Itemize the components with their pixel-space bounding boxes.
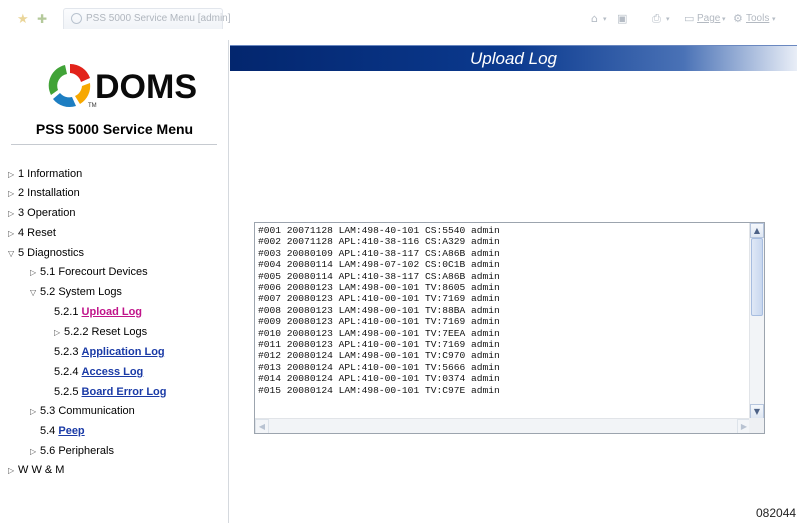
log-line: #007 20080123 APL:410-00-101 TV:7169 adm… — [258, 293, 500, 305]
doms-logo-icon — [48, 63, 91, 108]
access-log-link[interactable]: Access Log — [82, 366, 144, 378]
sidebar-item-access-log: 5.2.4 Access Log — [54, 365, 143, 379]
sidebar-item-label: 2 Installation — [18, 187, 80, 199]
logo-text: DOMS — [95, 68, 197, 106]
log-line: #006 20080123 LAM:498-00-101 TV:8605 adm… — [258, 282, 500, 294]
sidebar-item-forecourt-devices[interactable]: ▷ 5.1 Forecourt Devices — [30, 265, 148, 280]
sidebar: DOMS TM PSS 5000 Service Menu ▷ 1 Informa… — [0, 40, 229, 523]
sidebar-item-application-log: 5.2.3 Application Log — [54, 345, 165, 359]
sidebar-item-information[interactable]: ▷ 1 Information — [8, 167, 82, 182]
browser-tab[interactable]: PSS 5000 Service Menu [admin] — [63, 8, 231, 29]
sidebar-item-number: 5.2.1 — [54, 306, 79, 318]
print-icon[interactable]: ⎙ — [652, 12, 661, 26]
sidebar-item-installation[interactable]: ▷ 2 Installation — [8, 186, 80, 201]
sidebar-item-reset-logs[interactable]: ▷ 5.2.2 Reset Logs — [54, 325, 147, 340]
log-line: #003 20080109 APL:410-38-117 CS:A86B adm… — [258, 247, 500, 259]
sidebar-item-communication[interactable]: ▷ 5.3 Communication — [30, 404, 135, 419]
upload-log-link[interactable]: Upload Log — [82, 306, 143, 318]
title-divider — [11, 144, 217, 145]
sidebar-item-peep: 5.4 Peep — [40, 424, 85, 438]
expand-arrow-icon[interactable]: ▷ — [8, 187, 17, 201]
expand-arrow-icon[interactable]: ▷ — [8, 207, 17, 221]
scroll-down-icon[interactable]: ▼ — [750, 404, 764, 419]
page-title: Upload Log — [470, 49, 557, 68]
expand-arrow-icon[interactable]: ▷ — [30, 266, 39, 280]
scrollbar-corner — [749, 418, 764, 433]
sidebar-item-label: 4 Reset — [18, 227, 56, 239]
tab-title: PSS 5000 Service Menu [admin] — [86, 13, 231, 24]
sidebar-item-label: 5.6 Peripherals — [40, 445, 114, 457]
scroll-up-icon[interactable]: ▲ — [750, 223, 764, 238]
sidebar-item-label: 5 Diagnostics — [18, 247, 85, 259]
log-line: #002 20071128 APL:410-38-116 CS:A329 adm… — [258, 236, 500, 248]
application-log-link[interactable]: Application Log — [82, 346, 165, 358]
sidebar-item-label: 5.2 System Logs — [40, 286, 122, 298]
vertical-scrollbar[interactable]: ▲ ▼ — [749, 223, 764, 419]
expand-arrow-icon[interactable]: ▷ — [30, 405, 39, 419]
sidebar-item-label: 3 Operation — [18, 207, 76, 219]
sidebar-item-peripherals[interactable]: ▷ 5.6 Peripherals — [30, 444, 114, 459]
log-line: #013 20080124 APL:410-00-101 TV:5666 adm… — [258, 361, 500, 373]
expand-arrow-icon[interactable]: ▷ — [8, 464, 17, 478]
page-menu-icon: ▭ — [684, 12, 695, 25]
log-line: #011 20080123 APL:410-00-101 TV:7169 adm… — [258, 339, 500, 351]
tools-menu-button[interactable]: Tools — [746, 13, 769, 24]
home-dropdown-icon[interactable]: ▾ — [603, 15, 607, 23]
sidebar-item-number: 5.2.3 — [54, 346, 79, 358]
log-line: #005 20080114 APL:410-38-117 CS:A86B adm… — [258, 270, 500, 282]
menu-title: PSS 5000 Service Menu — [35, 121, 194, 137]
tools-gear-icon: ⚙ — [733, 12, 743, 25]
collapse-arrow-icon[interactable]: ▽ — [30, 286, 39, 300]
log-line: #001 20071128 LAM:498-40-101 CS:5540 adm… — [258, 225, 500, 236]
page-icon — [71, 13, 82, 24]
figure-id: 082044 — [756, 506, 797, 520]
browser-toolbar: ★ ✚ PSS 5000 Service Menu [admin] ⌂ ▾ ▣ … — [0, 0, 797, 40]
print-dropdown-icon[interactable]: ▾ — [666, 15, 670, 23]
logo-trademark: TM — [88, 103, 97, 109]
scroll-left-icon[interactable]: ◀ — [255, 419, 269, 433]
expand-arrow-icon[interactable]: ▷ — [8, 168, 17, 182]
expand-arrow-icon[interactable]: ▷ — [54, 326, 63, 340]
log-line: #014 20080124 APL:410-00-101 TV:0374 adm… — [258, 373, 500, 385]
add-favorites-icon[interactable]: ✚ — [37, 12, 47, 26]
favorites-star-icon[interactable]: ★ — [17, 12, 29, 27]
sidebar-item-label: 5.1 Forecourt Devices — [40, 266, 148, 278]
log-line: #009 20080123 APL:410-00-101 TV:7169 adm… — [258, 316, 500, 328]
sidebar-item-label: 5.3 Communication — [40, 405, 135, 417]
board-error-log-link[interactable]: Board Error Log — [82, 386, 167, 398]
log-line: #008 20080123 LAM:498-00-101 TV:88BA adm… — [258, 304, 500, 316]
sidebar-item-reset[interactable]: ▷ 4 Reset — [8, 226, 56, 241]
log-lines: #001 20071128 LAM:498-40-101 CS:5540 adm… — [258, 225, 500, 396]
sidebar-item-operation[interactable]: ▷ 3 Operation — [8, 206, 75, 221]
sidebar-item-diagnostics[interactable]: ▽ 5 Diagnostics — [8, 246, 84, 261]
page-dropdown-icon[interactable]: ▾ — [722, 15, 726, 23]
sidebar-item-upload-log: 5.2.1 Upload Log — [54, 305, 142, 319]
sidebar-item-label: 1 Information — [18, 168, 83, 180]
sidebar-item-number: 5.2.4 — [54, 366, 79, 378]
sidebar-item-number: 5.2.5 — [54, 386, 79, 398]
log-line: #004 20080114 LAM:498-07-102 CS:0C1B adm… — [258, 259, 500, 271]
collapse-arrow-icon[interactable]: ▽ — [8, 247, 17, 261]
sidebar-item-wwm[interactable]: ▷ W W & M — [8, 463, 64, 478]
log-line: #012 20080124 LAM:498-00-101 TV:C970 adm… — [258, 350, 500, 362]
sidebar-item-label: W W & M — [18, 464, 65, 476]
scrollbar-thumb[interactable] — [751, 238, 763, 316]
sidebar-item-board-error-log: 5.2.5 Board Error Log — [54, 385, 166, 399]
expand-arrow-icon[interactable]: ▷ — [8, 227, 17, 241]
horizontal-scrollbar[interactable]: ◀ ▶ — [255, 418, 751, 433]
page-header-banner: Upload Log — [230, 45, 797, 71]
sidebar-item-system-logs[interactable]: ▽ 5.2 System Logs — [30, 285, 122, 300]
sidebar-item-number: 5.4 — [40, 425, 56, 437]
doms-logo: DOMS TM — [47, 60, 197, 112]
tools-dropdown-icon[interactable]: ▾ — [772, 15, 776, 23]
log-line: #015 20080124 LAM:498-00-101 TV:C97E adm… — [258, 384, 500, 396]
log-line: #010 20080123 LAM:498-00-101 TV:7EEA adm… — [258, 327, 500, 339]
page-menu-button[interactable]: Page — [697, 13, 720, 24]
sidebar-item-label: 5.2.2 Reset Logs — [64, 326, 148, 338]
feeds-icon[interactable]: ▣ — [617, 12, 627, 25]
home-icon[interactable]: ⌂ — [591, 12, 598, 25]
expand-arrow-icon[interactable]: ▷ — [30, 445, 39, 459]
peep-link[interactable]: Peep — [58, 425, 84, 437]
upload-log-textarea[interactable]: #001 20071128 LAM:498-40-101 CS:5540 adm… — [254, 222, 765, 434]
